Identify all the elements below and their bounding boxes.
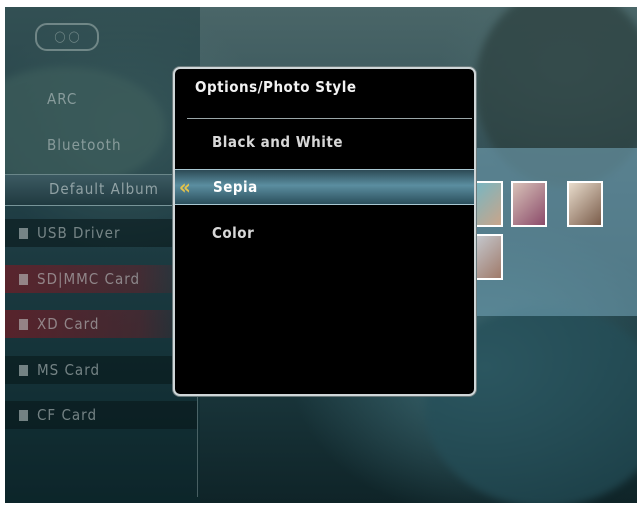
card-icon <box>19 274 28 285</box>
menu-item-label: SD|MMC Card <box>37 270 141 288</box>
option-label: Color <box>212 224 255 242</box>
card-icon <box>19 365 28 376</box>
photo-thumbnail-grid <box>463 148 637 316</box>
option-sepia[interactable]: « Sepia <box>175 169 474 205</box>
option-label: Black and White <box>212 133 343 151</box>
menu-item-label: Default Album <box>49 180 159 198</box>
menu-item-label: ARC <box>47 90 78 108</box>
card-icon <box>19 319 28 330</box>
photo-thumbnail[interactable] <box>511 181 547 227</box>
option-label: Sepia <box>213 178 258 196</box>
card-icon <box>19 410 28 421</box>
option-color[interactable]: Color <box>175 216 474 250</box>
menu-item-xd-card[interactable]: XD Card <box>5 310 197 338</box>
menu-item-label: XD Card <box>37 315 100 333</box>
photo-style-dialog: Options/Photo Style Black and White « Se… <box>173 67 476 396</box>
menu-item-ms-card[interactable]: MS Card <box>5 356 197 384</box>
screen: ◯ ◯ ARC Bluetooth Default Album USB Driv… <box>5 7 637 503</box>
usb-icon <box>19 228 28 239</box>
menu-item-default-album[interactable]: Default Album <box>5 174 197 206</box>
background-menu: ◯ ◯ ARC Bluetooth Default Album USB Driv… <box>5 7 200 503</box>
menu-item-label: MS Card <box>37 361 101 379</box>
menu-item-label: USB Driver <box>37 224 121 242</box>
menu-item-arc[interactable]: ARC <box>5 85 197 113</box>
menu-item-sd-mmc-card[interactable]: SD|MMC Card <box>5 265 197 293</box>
menu-item-bluetooth[interactable]: Bluetooth <box>5 131 197 159</box>
dialog-separator <box>187 118 472 119</box>
photo-thumbnail[interactable] <box>567 181 603 227</box>
menu-item-usb-driver[interactable]: USB Driver <box>5 219 197 247</box>
menu-item-label: Bluetooth <box>47 136 122 154</box>
menu-item-label: CF Card <box>37 406 98 424</box>
menu-item-cf-card[interactable]: CF Card <box>5 401 197 429</box>
logo-icon: ◯ ◯ <box>35 23 99 51</box>
dialog-title: Options/Photo Style <box>195 78 357 96</box>
option-black-and-white[interactable]: Black and White <box>175 125 474 159</box>
double-chevron-left-icon: « <box>179 175 192 199</box>
